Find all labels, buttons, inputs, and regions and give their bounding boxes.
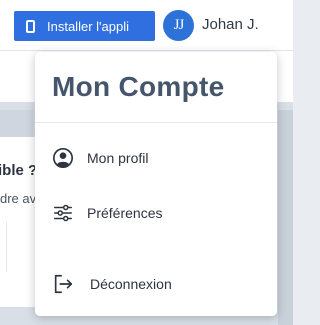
menu-item-profile[interactable]: Mon profil [35,140,277,176]
account-menu: Mon Compte Mon profil Préférences Déconn… [35,52,277,316]
right-panel-edge [278,110,293,325]
menu-divider [35,122,277,123]
card-divider [6,222,7,272]
card-text: dre av [0,191,37,206]
install-app-button[interactable]: Installer l'appli [14,11,155,41]
account-circle-icon [51,146,75,170]
top-bar: Installer l'appli JJ Johan J. [0,0,293,50]
avatar-initials: JJ [173,17,185,33]
card-header-strip [0,110,33,137]
menu-item-preferences[interactable]: Préférences [35,195,277,231]
smartphone-icon [26,19,35,33]
install-app-label: Installer l'appli [47,18,129,34]
logout-icon [51,272,75,296]
sliders-icon [51,201,75,225]
avatar[interactable]: JJ [163,10,194,41]
user-name[interactable]: Johan J. [202,16,259,33]
card-title: ible ? [0,162,38,179]
menu-item-logout[interactable]: Déconnexion [35,266,277,302]
menu-item-profile-label: Mon profil [87,150,149,166]
menu-item-logout-label: Déconnexion [90,276,172,292]
menu-title: Mon Compte [52,71,225,102]
menu-item-preferences-label: Préférences [87,205,163,221]
